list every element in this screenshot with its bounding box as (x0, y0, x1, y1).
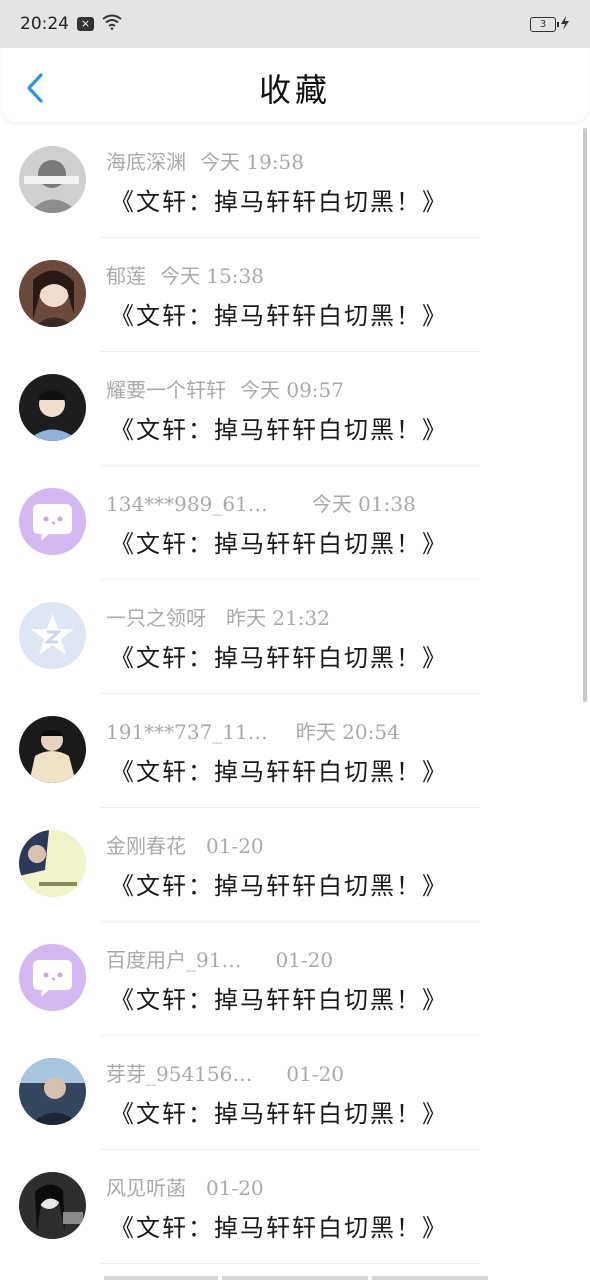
user-name[interactable]: 芽芽_954156… (106, 1058, 252, 1087)
timestamp: 今天 09:57 (240, 378, 344, 402)
list-item[interactable]: 耀要一个轩轩 今天 09:57 《文轩：掉马轩轩白切黑！》 (0, 352, 590, 466)
user-name[interactable]: 风见听菡 (106, 1172, 186, 1201)
user-name[interactable]: 海底深渊 (106, 146, 186, 175)
favorite-title[interactable]: 《文轩：掉马轩轩白切黑！》 (110, 638, 448, 673)
user-name[interactable]: 134***989_61… (106, 492, 268, 516)
list-item[interactable]: 百度用户_91… 01-20 《文轩：掉马轩轩白切黑！》 (0, 922, 590, 1036)
avatar[interactable] (19, 602, 86, 669)
timestamp: 今天 01:38 (311, 492, 416, 516)
avatar[interactable] (19, 1172, 86, 1239)
user-name[interactable]: 百度用户_91… (106, 944, 241, 973)
user-name[interactable]: 耀要一个轩轩 (106, 374, 226, 403)
timestamp: 今天 15:38 (160, 264, 264, 288)
page-title: 收藏 (258, 71, 331, 109)
status-bar: 20:24 × 3 (0, 0, 590, 48)
list-item[interactable]: 芽芽_954156… 01-20 《文轩：掉马轩轩白切黑！》 (0, 1036, 590, 1150)
scrollbar[interactable] (583, 128, 587, 702)
zhidao-logo-icon (19, 602, 86, 669)
avatar[interactable] (19, 830, 86, 897)
notification-icon: × (77, 17, 94, 31)
status-right: 3 (530, 15, 570, 34)
favorite-title[interactable]: 《文轩：掉马轩轩白切黑！》 (110, 410, 448, 445)
timestamp: 昨天 21:32 (226, 606, 330, 630)
avatar[interactable] (19, 488, 86, 555)
avatar[interactable] (19, 1058, 86, 1125)
list-item[interactable]: 134***989_61… 今天 01:38 《文轩：掉马轩轩白切黑！》 (0, 466, 590, 580)
timestamp: 01-20 (275, 948, 334, 972)
bottom-indicator (104, 1276, 488, 1280)
favorite-title[interactable]: 《文轩：掉马轩轩白切黑！》 (110, 296, 448, 331)
favorite-title[interactable]: 《文轩：掉马轩轩白切黑！》 (110, 866, 448, 901)
favorite-title[interactable]: 《文轩：掉马轩轩白切黑！》 (110, 1208, 448, 1243)
avatar[interactable] (19, 146, 86, 213)
list-item[interactable]: 风见听菡 01-20 《文轩：掉马轩轩白切黑！》 (0, 1150, 590, 1264)
favorite-title[interactable]: 《文轩：掉马轩轩白切黑！》 (110, 752, 448, 787)
timestamp: 01-20 (286, 1062, 345, 1086)
user-name[interactable]: 郁莲 (106, 260, 146, 289)
favorite-title[interactable]: 《文轩：掉马轩轩白切黑！》 (110, 524, 448, 559)
timestamp: 昨天 20:54 (295, 720, 400, 744)
status-time: 20:24 (20, 14, 69, 34)
user-name[interactable]: 一只之领呀 (106, 602, 206, 631)
favorite-title[interactable]: 《文轩：掉马轩轩白切黑！》 (110, 182, 448, 217)
divider (100, 1263, 480, 1264)
wifi-icon (102, 14, 122, 34)
charging-icon (560, 15, 570, 34)
avatar[interactable] (19, 716, 86, 783)
list-item[interactable]: 191***737_11… 昨天 20:54 《文轩：掉马轩轩白切黑！》 (0, 694, 590, 808)
list-item[interactable]: 海底深渊 今天 19:58 《文轩：掉马轩轩白切黑！》 (0, 124, 590, 238)
chat-bubble-icon (19, 488, 86, 555)
chat-bubble-icon (19, 944, 86, 1011)
avatar[interactable] (19, 944, 86, 1011)
user-name[interactable]: 金刚春花 (106, 830, 186, 859)
list-item[interactable]: 一只之领呀 昨天 21:32 《文轩：掉马轩轩白切黑！》 (0, 580, 590, 694)
battery-icon: 3 (530, 16, 559, 32)
favorite-title[interactable]: 《文轩：掉马轩轩白切黑！》 (110, 980, 448, 1015)
favorite-title[interactable]: 《文轩：掉马轩轩白切黑！》 (110, 1094, 448, 1129)
timestamp: 01-20 (206, 1176, 264, 1200)
timestamp: 今天 19:58 (200, 150, 304, 174)
list-item[interactable]: 郁莲 今天 15:38 《文轩：掉马轩轩白切黑！》 (0, 238, 590, 352)
avatar[interactable] (19, 260, 86, 327)
timestamp: 01-20 (206, 834, 264, 858)
list-item[interactable]: 金刚春花 01-20 《文轩：掉马轩轩白切黑！》 (0, 808, 590, 922)
avatar[interactable] (19, 374, 86, 441)
user-name[interactable]: 191***737_11… (106, 720, 268, 744)
header: 收藏 (2, 48, 588, 122)
favorites-list: 海底深渊 今天 19:58 《文轩：掉马轩轩白切黑！》 郁莲 今天 15:38 《文… (0, 124, 590, 1264)
